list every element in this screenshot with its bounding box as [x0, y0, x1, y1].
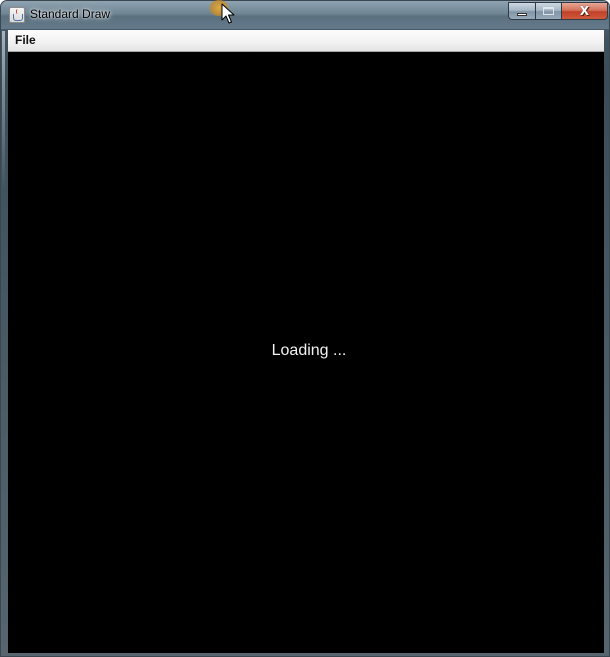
menu-file[interactable]: File [14, 33, 37, 47]
close-icon: X [579, 4, 590, 18]
loading-message: Loading ... [271, 342, 347, 359]
close-button[interactable]: X [561, 2, 608, 20]
title-bar[interactable]: Standard Draw X [1, 1, 609, 29]
menu-bar: File [8, 30, 604, 52]
drawing-canvas[interactable]: Loading ... [8, 52, 604, 653]
maximize-button[interactable] [535, 2, 561, 20]
minimize-button[interactable] [508, 2, 535, 20]
window-controls: X [508, 2, 608, 21]
maximize-icon [543, 7, 554, 15]
minimize-icon [517, 13, 527, 16]
window-frame-highlight [2, 31, 5, 191]
mouse-cursor-icon [221, 3, 235, 24]
window-title: Standard Draw [30, 7, 111, 21]
java-icon[interactable] [9, 7, 25, 23]
application-window: Standard Draw X File Loading ... [0, 0, 610, 657]
